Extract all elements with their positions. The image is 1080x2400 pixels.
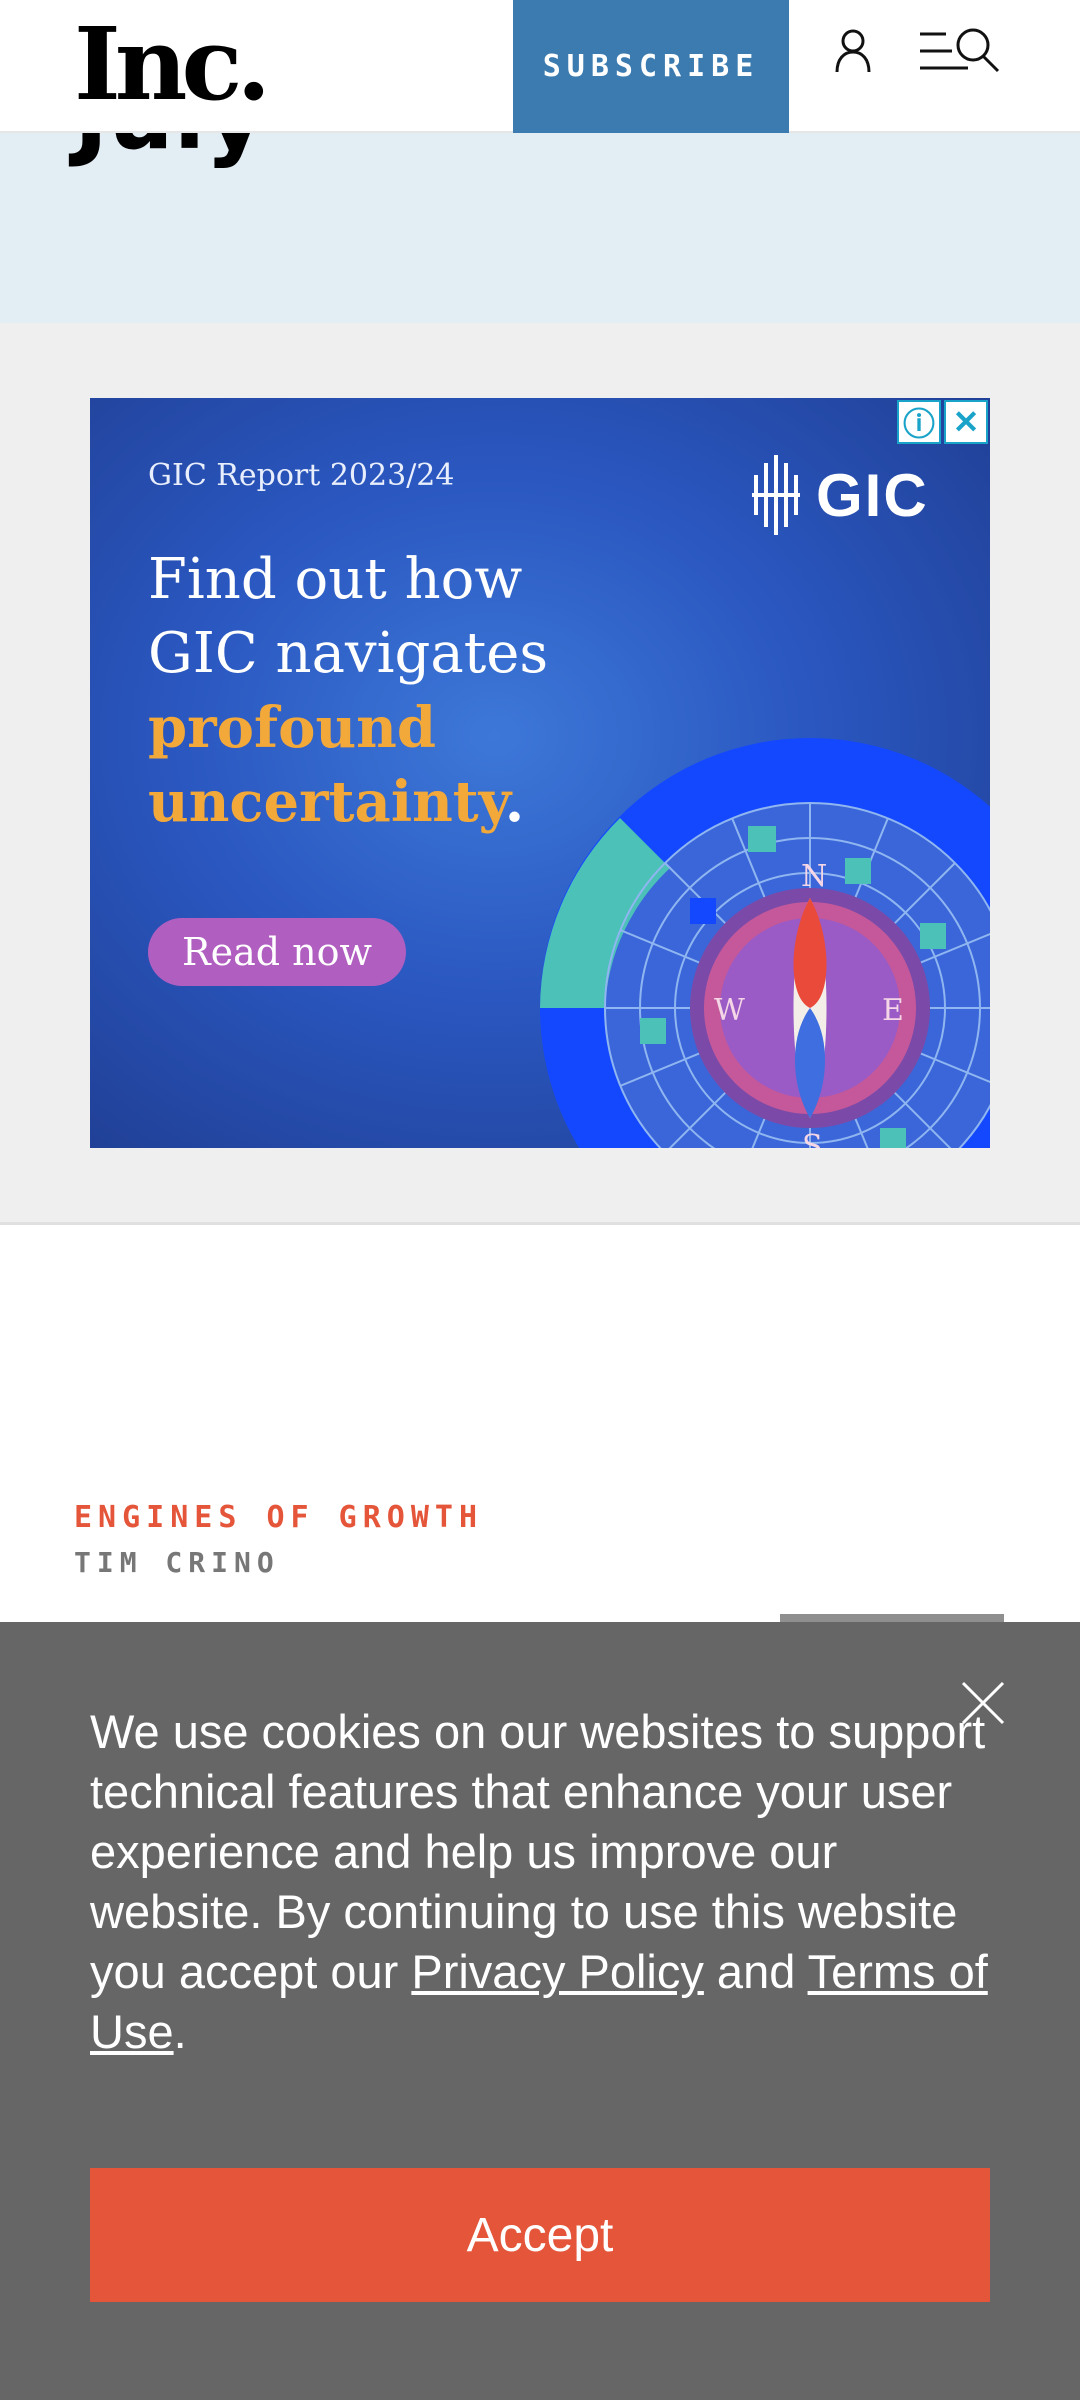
ad-headline-line-4: uncertainty.	[148, 765, 548, 839]
ad-headline: Find out how GIC navigates profound unce…	[148, 543, 548, 839]
ad-controls: ⓘ ✕	[897, 400, 988, 444]
ad-headline-line-3: profound	[148, 695, 437, 761]
gic-advertisement[interactable]: ⓘ ✕ GIC Report 2023/24 GIC Find out how …	[90, 398, 990, 1148]
article-author[interactable]: TIM CRINO	[74, 1546, 280, 1579]
cookie-banner: We use cookies on our websites to suppor…	[0, 1622, 1080, 2400]
hero-title: July	[74, 133, 265, 163]
inc-logo[interactable]: Inc.	[74, 14, 271, 114]
compass-w: W	[714, 993, 745, 1028]
ad-info-icon[interactable]: ⓘ	[897, 400, 941, 444]
subscribe-button[interactable]: SUBSCRIBE	[513, 0, 789, 133]
privacy-policy-link[interactable]: Privacy Policy	[411, 1945, 704, 1998]
ad-headline-line-2: GIC navigates	[148, 621, 549, 686]
accept-button[interactable]: Accept	[90, 2168, 990, 2302]
compass-n: N	[801, 859, 827, 894]
compass-s: S	[802, 1129, 823, 1148]
ad-read-now-button[interactable]: Read now	[148, 918, 406, 986]
ad-brand: GIC	[750, 453, 929, 537]
ad-close-icon[interactable]: ✕	[944, 400, 988, 444]
compass-graphic: N S E W	[540, 738, 990, 1148]
ad-headline-uncertainty: uncertainty	[148, 769, 505, 835]
cookie-message: We use cookies on our websites to suppor…	[90, 1702, 1000, 2062]
ad-report-label: GIC Report 2023/24	[148, 458, 455, 493]
ad-brand-text: GIC	[816, 461, 929, 529]
ad-headline-line-1: Find out how	[148, 547, 523, 612]
gic-logo-icon	[752, 455, 800, 535]
site-header: Inc. SUBSCRIBE	[0, 0, 1080, 133]
cookie-text-end: .	[173, 2005, 187, 2058]
menu-search-icon[interactable]	[918, 26, 1002, 76]
compass-e: E	[882, 993, 904, 1028]
user-icon[interactable]	[828, 26, 878, 76]
hero-band: July	[0, 133, 1080, 323]
cookie-text-and: and	[703, 1945, 808, 1998]
ad-section: ⓘ ✕ GIC Report 2023/24 GIC Find out how …	[0, 323, 1080, 1225]
article-kicker[interactable]: ENGINES OF GROWTH	[74, 1500, 483, 1535]
